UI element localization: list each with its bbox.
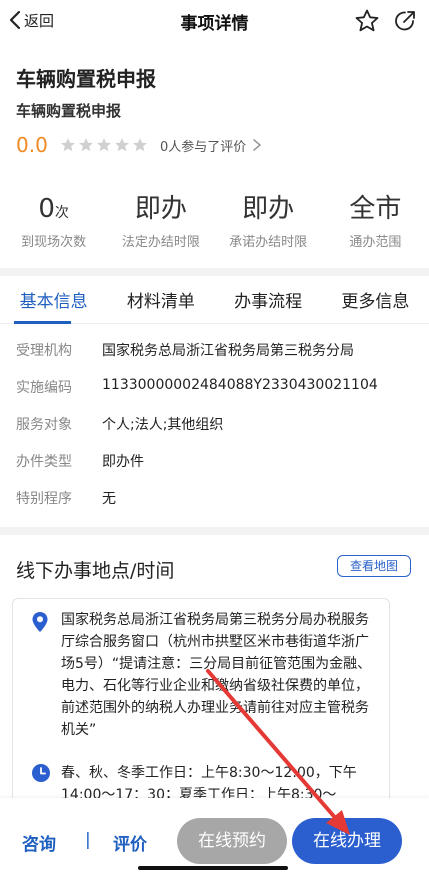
stat-value: 即办 [134, 194, 187, 224]
section-divider [0, 527, 429, 535]
rating-score: 0.0 [16, 133, 48, 157]
rating-count-text: 0人参与了评价 [160, 139, 247, 155]
info-value: 11330000002484088Y2330430021104 [102, 377, 378, 393]
stat-value: 全市 [349, 194, 402, 224]
tab-materials[interactable]: 材料清单 [107, 280, 214, 323]
stat-label: 法定办结时限 [121, 235, 200, 250]
online-handle-button[interactable]: 在线办理 [292, 818, 402, 864]
rate-button[interactable]: 评价 [113, 830, 147, 855]
info-value: 个人;法人;其他组织 [102, 417, 224, 433]
location-pin-icon [32, 612, 48, 632]
star-icon [133, 138, 147, 152]
star-icon [79, 138, 93, 152]
top-bar: 返回 事项详情 [0, 0, 429, 44]
service-title: 车辆购置税申报 [16, 67, 156, 91]
location-card: 国家税务总局浙江省税务局第三税务分局办税服务厅综合服务窗口（杭州市拱墅区米市巷街… [12, 598, 390, 808]
home-indicator [138, 866, 288, 870]
info-row: 特别程序 无 [16, 488, 416, 525]
stat-label: 承诺办结时限 [229, 235, 308, 250]
offline-section-title: 线下办事地点/时间 [16, 560, 175, 582]
bottom-action-bar: 咨询 | 评价 在线预约 在线办理 [0, 798, 429, 872]
detail-tabs: 基本信息 材料清单 办事流程 更多信息 [0, 280, 429, 324]
tab-process[interactable]: 办事流程 [215, 280, 322, 323]
service-subtitle: 车辆购置税申报 [16, 102, 122, 120]
info-key: 办件类型 [16, 454, 72, 470]
info-value: 无 [102, 491, 116, 507]
stat-label: 到现场次数 [21, 235, 87, 250]
clock-icon [32, 764, 50, 782]
office-address: 国家税务总局浙江省税务局第三税务分局办税服务厅综合服务窗口（杭州市拱墅区米市巷街… [61, 612, 372, 738]
bar-separator: | [85, 830, 91, 850]
star-icon [61, 138, 75, 152]
info-row: 受理机构 国家税务总局浙江省税务局第三税务分局 [16, 340, 416, 377]
stat-scope: 全市 通办范围 [322, 192, 429, 252]
info-value: 国家税务总局浙江省税务局第三税务分局 [102, 343, 354, 359]
star-icon [115, 138, 129, 152]
chevron-right-icon [253, 139, 262, 151]
stat-value: 0 [38, 194, 55, 224]
stat-value: 即办 [242, 194, 295, 224]
info-key: 实施编码 [16, 380, 72, 396]
section-divider [0, 268, 429, 276]
stat-visits: 0次 到现场次数 [0, 192, 107, 252]
online-appointment-button[interactable]: 在线预约 [177, 818, 287, 864]
tab-more-info[interactable]: 更多信息 [322, 280, 429, 323]
info-key: 服务对象 [16, 417, 72, 433]
info-value: 即办件 [102, 454, 144, 470]
stat-legal-time: 即办 法定办结时限 [107, 192, 214, 252]
stat-unit: 次 [54, 205, 69, 221]
favorite-star-icon[interactable] [354, 8, 380, 34]
tab-basic-info[interactable]: 基本信息 [0, 280, 107, 324]
info-row: 实施编码 11330000002484088Y2330430021104 [16, 377, 416, 414]
stat-promised-time: 即办 承诺办结时限 [215, 192, 322, 252]
info-key: 特别程序 [16, 491, 72, 507]
share-icon[interactable] [392, 8, 418, 34]
view-map-button[interactable]: 查看地图 [337, 555, 411, 577]
consult-button[interactable]: 咨询 [22, 830, 56, 855]
rating-stars [60, 137, 148, 153]
stat-label: 通办范围 [349, 235, 402, 250]
star-icon [97, 138, 111, 152]
basic-info-list: 受理机构 国家税务总局浙江省税务局第三税务分局 实施编码 11330000002… [16, 340, 416, 525]
service-stats: 0次 到现场次数 即办 法定办结时限 即办 承诺办结时限 全市 通办范围 [0, 192, 429, 252]
info-row: 服务对象 个人;法人;其他组织 [16, 414, 416, 451]
info-row: 办件类型 即办件 [16, 451, 416, 488]
rating-row[interactable]: 0.0 0人参与了评价 [16, 132, 262, 158]
info-key: 受理机构 [16, 343, 72, 359]
